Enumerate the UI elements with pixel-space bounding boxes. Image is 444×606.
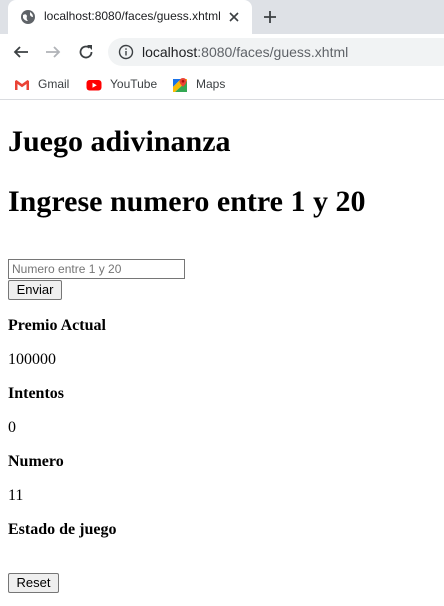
forward-arrow-icon[interactable]	[44, 43, 62, 61]
url-text: localhost:8080/faces/guess.xhtml	[142, 44, 348, 60]
tab-strip: localhost:8080/faces/guess.xhtml	[0, 0, 444, 34]
reset-button[interactable]: Reset	[8, 573, 59, 593]
gmail-icon	[14, 77, 30, 93]
close-icon[interactable]	[226, 9, 242, 25]
guess-input[interactable]	[8, 259, 185, 279]
new-tab-icon[interactable]	[262, 9, 278, 25]
premio-value: 100000	[8, 351, 56, 368]
page-prompt: Ingrese numero entre 1 y 20	[8, 185, 366, 218]
estado-label: Estado de juego	[8, 521, 117, 538]
page-title: Juego adivinanza	[8, 125, 231, 158]
bookmark-label: Maps	[196, 77, 226, 91]
youtube-icon	[86, 77, 102, 93]
url-path: :8080/faces/guess.xhtml	[197, 44, 349, 60]
browser-toolbar: localhost:8080/faces/guess.xhtml	[0, 34, 444, 70]
tab-title: localhost:8080/faces/guess.xhtml	[44, 9, 221, 23]
info-icon[interactable]	[118, 44, 134, 60]
bookmark-label: Gmail	[38, 77, 70, 91]
reload-icon[interactable]	[77, 43, 95, 61]
back-arrow-icon[interactable]	[12, 43, 30, 61]
globe-icon	[20, 9, 36, 25]
bookmark-youtube[interactable]: YouTube	[86, 76, 162, 94]
url-host: localhost	[142, 44, 198, 60]
numero-label: Numero	[8, 453, 64, 470]
send-button[interactable]: Enviar	[8, 280, 62, 300]
bookmark-label: YouTube	[110, 77, 158, 91]
intentos-label: Intentos	[8, 385, 65, 402]
maps-icon	[172, 77, 188, 93]
bookmark-maps[interactable]: Maps	[172, 76, 232, 94]
bookmark-gmail[interactable]: Gmail	[14, 76, 74, 94]
bookmarks-bar: Gmail YouTube Maps	[0, 70, 444, 100]
active-tab[interactable]: localhost:8080/faces/guess.xhtml	[8, 0, 252, 34]
numero-value: 11	[8, 487, 24, 504]
address-bar[interactable]: localhost:8080/faces/guess.xhtml	[108, 38, 444, 66]
intentos-value: 0	[8, 419, 16, 436]
premio-label: Premio Actual	[8, 317, 106, 334]
page-content: Juego adivinanza Ingrese numero entre 1 …	[0, 101, 444, 606]
